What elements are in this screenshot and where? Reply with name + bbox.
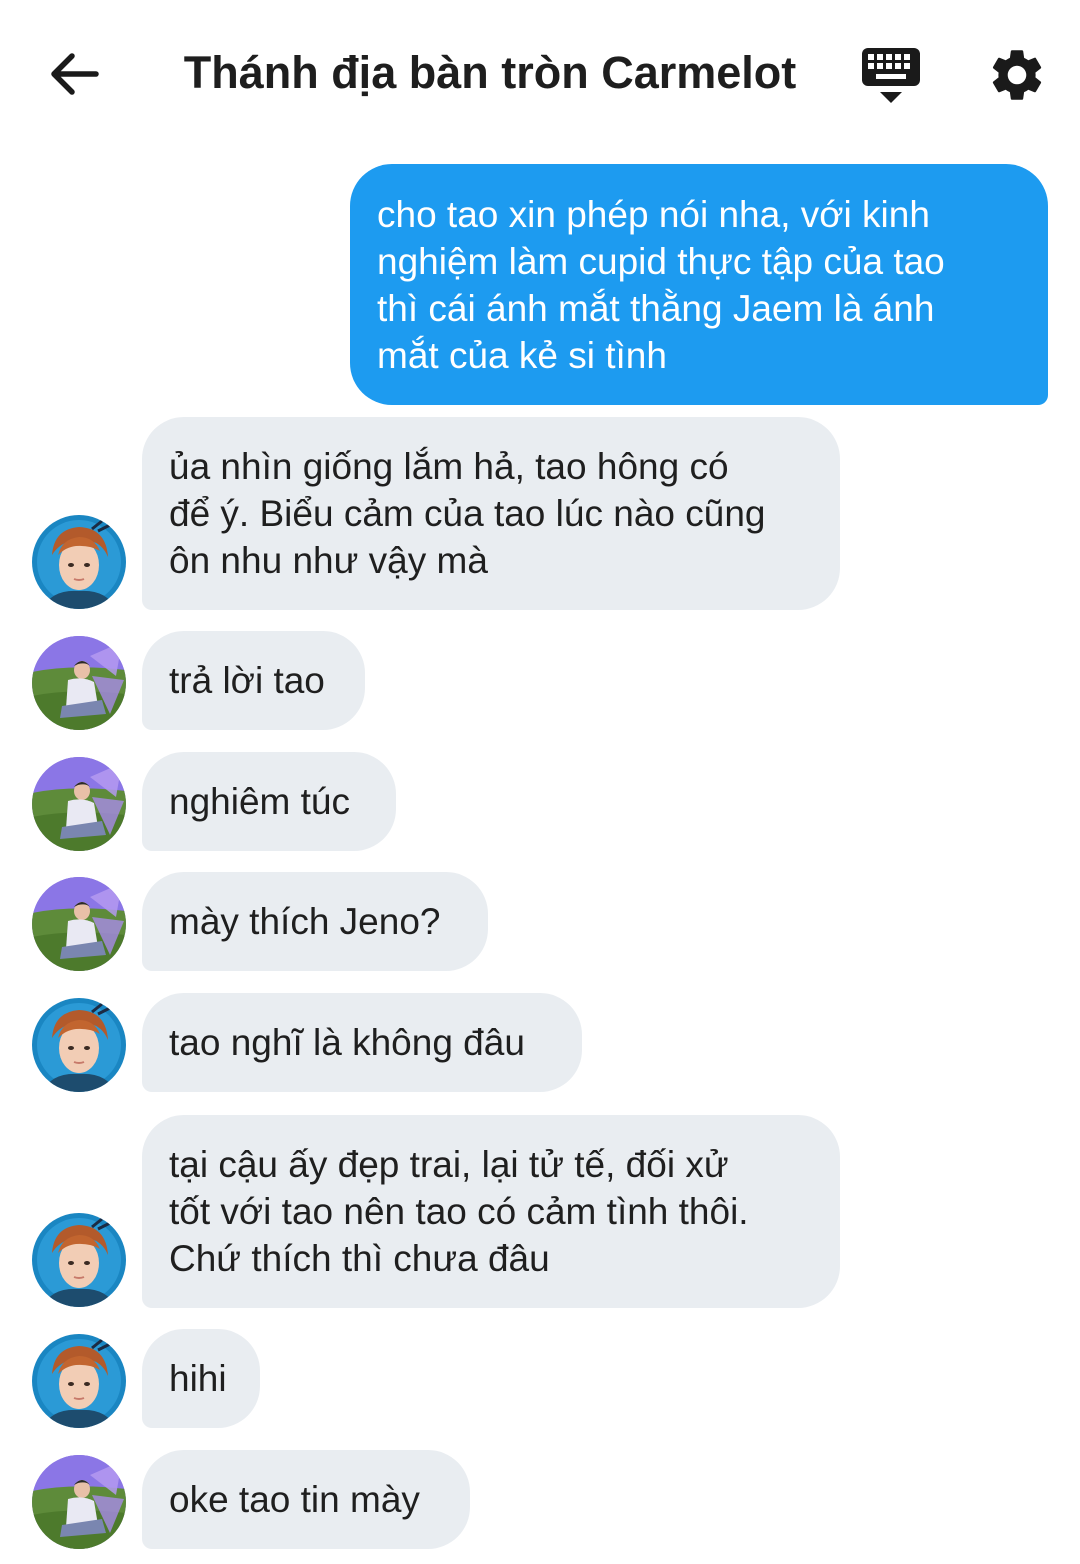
sender-avatar[interactable] — [32, 1455, 126, 1549]
message-text: tao nghĩ là không đâu — [169, 1022, 525, 1063]
message-text: nghiêm túc — [169, 781, 350, 822]
message-bubble-incoming[interactable]: nghiêm túc — [142, 752, 396, 851]
sender-avatar[interactable] — [32, 1213, 126, 1307]
message-bubble-incoming[interactable]: mày thích Jeno? — [142, 872, 488, 971]
message-list[interactable]: cho tao xin phép nói nha, với kinh nghiệ… — [0, 0, 1080, 1564]
sender-avatar[interactable] — [32, 515, 126, 609]
message-bubble-incoming[interactable]: ủa nhìn giống lắm hả, tao hông có để ý. … — [142, 417, 840, 610]
message-text: mày thích Jeno? — [169, 901, 441, 942]
sender-avatar[interactable] — [32, 636, 126, 730]
message-bubble-incoming[interactable]: tại cậu ấy đẹp trai, lại tử tế, đối xử t… — [142, 1115, 840, 1308]
message-text: ủa nhìn giống lắm hả, tao hông có để ý. … — [169, 446, 766, 581]
message-bubble-incoming[interactable]: tao nghĩ là không đâu — [142, 993, 582, 1092]
message-text: cho tao xin phép nói nha, với kinh nghiệ… — [377, 193, 945, 376]
message-text: oke tao tin mày — [169, 1479, 420, 1520]
message-bubble-incoming[interactable]: trả lời tao — [142, 631, 365, 730]
message-bubble-outgoing[interactable]: cho tao xin phép nói nha, với kinh nghiệ… — [350, 164, 1048, 405]
sender-avatar[interactable] — [32, 877, 126, 971]
sender-avatar[interactable] — [32, 757, 126, 851]
message-bubble-incoming[interactable]: oke tao tin mày — [142, 1450, 470, 1549]
message-bubble-incoming[interactable]: hihi — [142, 1329, 260, 1428]
message-text: hihi — [169, 1358, 227, 1399]
sender-avatar[interactable] — [32, 1334, 126, 1428]
message-text: tại cậu ấy đẹp trai, lại tử tế, đối xử t… — [169, 1144, 749, 1279]
sender-avatar[interactable] — [32, 998, 126, 1092]
message-text: trả lời tao — [169, 660, 325, 701]
